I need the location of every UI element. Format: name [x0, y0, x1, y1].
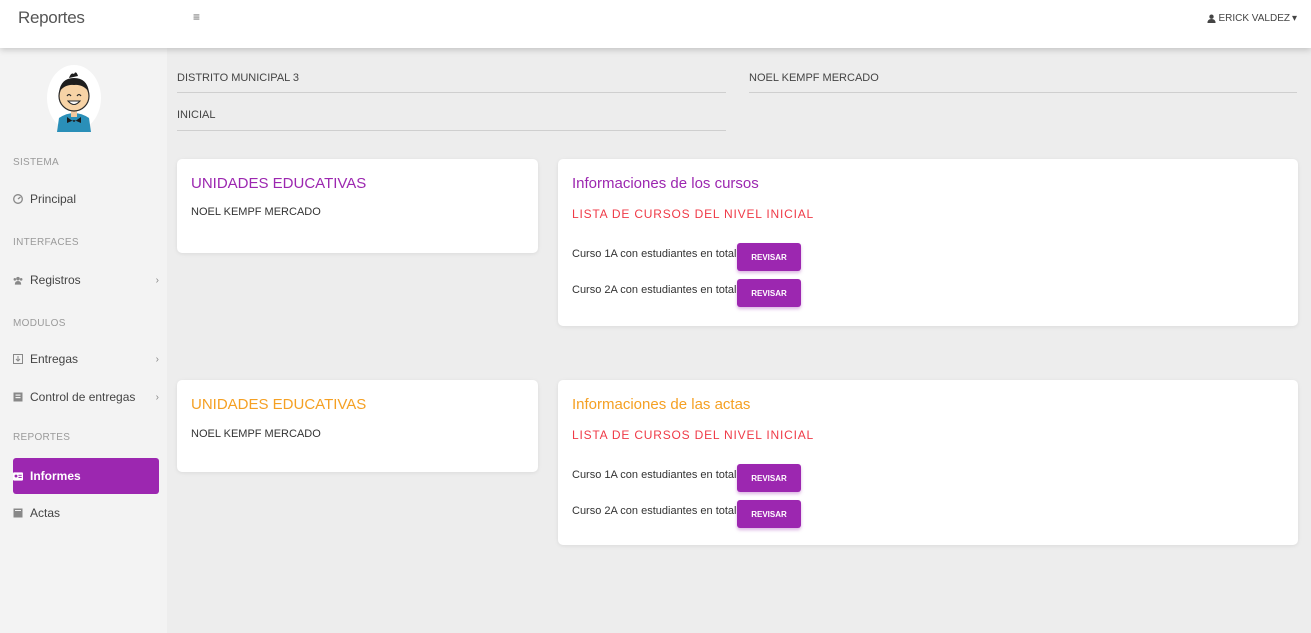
users-icon [13, 275, 23, 285]
sidebar-item-actas[interactable]: Actas [13, 501, 159, 525]
sidebar-item-label: Informes [30, 469, 81, 483]
card-title: UNIDADES EDUCATIVAS [191, 175, 367, 192]
sidebar-item-label: Entregas [30, 352, 79, 366]
revisar-button[interactable]: REVISAR [737, 500, 801, 528]
courses-card: Informaciones de los cursos LISTA DE CUR… [558, 159, 1298, 326]
school-label: NOEL KEMPF MERCADO [749, 72, 879, 84]
top-navbar: Reportes ≡ ERICK VALDEZ ▾ [0, 0, 1311, 48]
list-heading: LISTA DE CURSOS DEL NIVEL INICIAL [572, 428, 815, 442]
course-row-text: Curso 2A con estudiantes en total 27 [572, 284, 752, 296]
avatar [47, 65, 101, 132]
divider [177, 130, 726, 131]
book-icon [13, 508, 23, 518]
section-label-sistema: SISTEMA [13, 157, 59, 168]
chevron-right-icon: › [155, 391, 159, 403]
section-label-modulos: MODULOS [13, 318, 66, 329]
divider [177, 92, 726, 93]
sidebar: SISTEMA Principal INTERFACES Registros ›… [0, 48, 167, 633]
sidebar-item-entregas[interactable]: Entregas › [13, 347, 159, 371]
sidebar-item-label: Actas [30, 506, 61, 520]
brand-title[interactable]: Reportes [18, 8, 85, 28]
school-card: UNIDADES EDUCATIVAS NOEL KEMPF MERCADO [177, 380, 538, 472]
chevron-right-icon: › [155, 274, 159, 286]
caret-down-icon: ▾ [1291, 13, 1297, 24]
school-name: NOEL KEMPF MERCADO [191, 206, 321, 218]
download-icon [13, 354, 23, 364]
sidebar-item-principal[interactable]: Principal [13, 187, 159, 211]
user-name: ERICK VALDEZ [1218, 13, 1290, 24]
card-title: UNIDADES EDUCATIVAS [191, 396, 367, 413]
sidebar-item-registros[interactable]: Registros › [13, 268, 159, 292]
revisar-button[interactable]: REVISAR [737, 243, 801, 271]
school-name: NOEL KEMPF MERCADO [191, 428, 321, 440]
section-label-interfaces: INTERFACES [13, 237, 79, 248]
sidebar-item-label: Principal [30, 192, 77, 206]
user-icon [1207, 14, 1217, 23]
actas-card: Informaciones de las actas LISTA DE CURS… [558, 380, 1298, 545]
list-heading: LISTA DE CURSOS DEL NIVEL INICIAL [572, 207, 815, 221]
card-title: Informaciones de los cursos [572, 175, 759, 192]
sidebar-item-label: Registros [30, 273, 81, 287]
sidebar-item-informes[interactable]: Informes [13, 458, 159, 494]
district-label: DISTRITO MUNICIPAL 3 [177, 72, 300, 84]
clipboard-icon [13, 392, 23, 402]
school-card: UNIDADES EDUCATIVAS NOEL KEMPF MERCADO [177, 159, 538, 253]
revisar-button[interactable]: REVISAR [737, 464, 801, 492]
course-row-text: Curso 1A con estudiantes en total 24 [572, 248, 752, 260]
level-label: INICIAL [177, 109, 216, 121]
card-title: Informaciones de las actas [572, 396, 751, 413]
revisar-button[interactable]: REVISAR [737, 279, 801, 307]
dashboard-icon [13, 194, 23, 204]
menu-toggle-icon[interactable]: ≡ [193, 10, 200, 24]
section-label-reportes: REPORTES [13, 432, 71, 443]
course-row-text: Curso 1A con estudiantes en total 24 [572, 469, 752, 481]
chevron-right-icon: › [155, 353, 159, 365]
sidebar-item-control-de-entregas[interactable]: Control de entregas › [13, 385, 159, 409]
id-card-icon [13, 471, 23, 481]
sidebar-item-label: Control de entregas [30, 390, 136, 404]
course-row-text: Curso 2A con estudiantes en total 27 [572, 505, 752, 517]
divider [749, 92, 1297, 93]
user-menu[interactable]: ERICK VALDEZ ▾ [1207, 13, 1297, 24]
